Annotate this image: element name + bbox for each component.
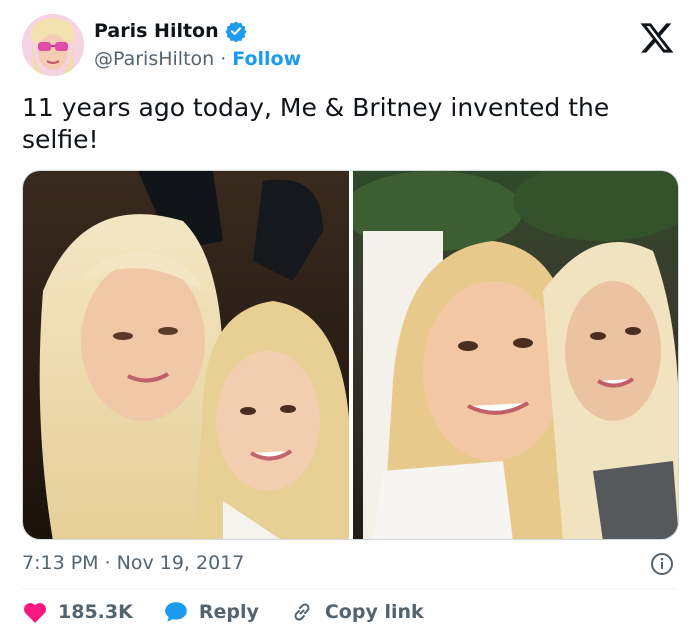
author-name-row: Paris Hilton — [94, 20, 247, 42]
reply-label: Reply — [198, 601, 259, 623]
photo-right[interactable] — [352, 171, 678, 539]
tweet-timestamp[interactable]: 7:13 PM · Nov 19, 2017 — [22, 552, 244, 574]
tweet-text: 11 years ago today, Me & Britney invente… — [22, 93, 610, 154]
action-bar: 185.3K Reply Copy link — [22, 600, 454, 624]
author-name[interactable]: Paris Hilton — [94, 20, 219, 42]
tweet-time: 7:13 PM — [22, 552, 99, 574]
like-button[interactable]: 185.3K — [22, 600, 133, 624]
link-icon — [294, 603, 310, 621]
tweet-date: Nov 19, 2017 — [116, 552, 245, 574]
follow-button[interactable]: Follow — [232, 48, 301, 70]
reply-bubble-icon — [164, 602, 187, 622]
info-icon[interactable] — [650, 552, 674, 576]
avatar[interactable] — [22, 14, 84, 76]
like-count: 185.3K — [58, 601, 133, 623]
tweet-card: Paris Hilton @ParisHilton · Follow 11 ye… — [0, 0, 700, 642]
copy-link-label: Copy link — [324, 601, 424, 623]
divider — [22, 588, 678, 589]
media-grid[interactable] — [22, 170, 679, 540]
author-handle[interactable]: @ParisHilton — [94, 48, 214, 70]
x-logo-icon[interactable] — [638, 20, 676, 56]
photo-left[interactable] — [23, 171, 349, 539]
reply-button[interactable]: Reply — [163, 600, 259, 624]
handle-separator: · — [220, 48, 227, 70]
heart-icon — [24, 603, 46, 623]
author-handle-row: @ParisHilton · Follow — [94, 48, 301, 70]
verified-badge-icon — [225, 21, 247, 42]
timestamp-separator: · — [104, 552, 111, 574]
copy-link-button[interactable]: Copy link — [289, 600, 424, 624]
